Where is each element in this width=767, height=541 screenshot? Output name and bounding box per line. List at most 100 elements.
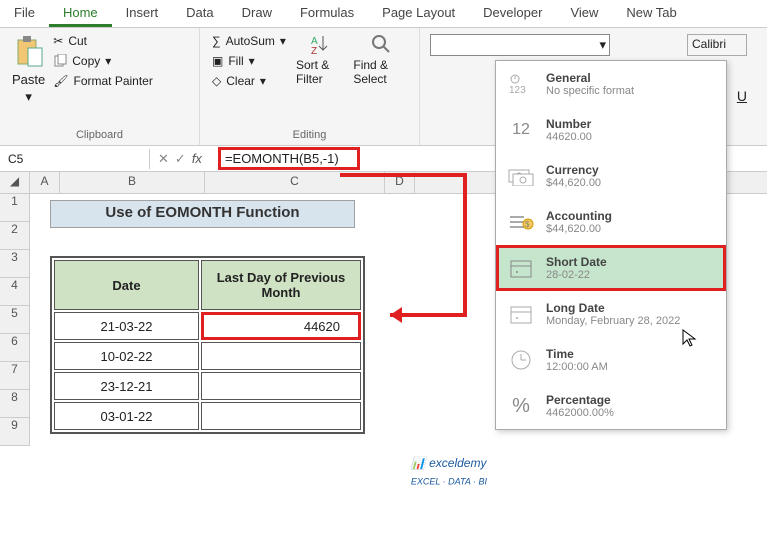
general-icon: 123	[506, 69, 536, 99]
option-sub: 44620.00	[546, 131, 592, 143]
find-label: Find & Select	[353, 58, 409, 86]
paste-button[interactable]: Paste ▾	[10, 32, 47, 107]
calendar-icon	[506, 299, 536, 329]
currency-icon	[506, 161, 536, 191]
fill-button[interactable]: ▣Fill ▾	[210, 52, 288, 70]
menu-tabs: File Home Insert Data Draw Formulas Page…	[0, 0, 767, 28]
cancel-icon[interactable]: ✕	[158, 151, 169, 167]
row-header[interactable]: 9	[0, 418, 30, 446]
svg-text:Z: Z	[311, 46, 317, 56]
clear-label: Clear	[226, 74, 255, 88]
find-select-button[interactable]: Find & Select	[353, 32, 409, 90]
row-header[interactable]: 7	[0, 362, 30, 390]
copy-button[interactable]: Copy ▾	[51, 52, 155, 70]
row-header[interactable]: 6	[0, 334, 30, 362]
format-painter-button[interactable]: 🖌 Format Painter	[51, 72, 155, 90]
watermark: 📊 exceldemyEXCEL · DATA · BI	[411, 456, 487, 486]
option-name: General	[546, 71, 634, 85]
tab-data[interactable]: Data	[172, 0, 227, 27]
ribbon-group-clipboard: Paste ▾ ✂ Cut Copy ▾ 🖌 Format Painter	[0, 28, 200, 145]
clear-button[interactable]: ◇ Clear ▾	[210, 72, 288, 90]
col-header-b[interactable]: B	[60, 172, 205, 193]
option-name: Long Date	[546, 301, 680, 315]
format-painter-label: Format Painter	[73, 74, 152, 88]
autosum-button[interactable]: ∑AutoSum ▾	[210, 32, 288, 50]
number-format-combo[interactable]: ▾	[430, 34, 610, 56]
fill-icon: ▣	[212, 54, 223, 68]
paste-label: Paste	[12, 72, 45, 87]
chevron-down-icon: ▾	[599, 37, 606, 53]
svg-text:$: $	[525, 220, 530, 229]
format-option-general[interactable]: 123 GeneralNo specific format	[496, 61, 726, 107]
format-option-percentage[interactable]: % Percentage4462000.00%	[496, 383, 726, 429]
tab-formulas[interactable]: Formulas	[286, 0, 368, 27]
tab-page-layout[interactable]: Page Layout	[368, 0, 469, 27]
autosum-label: AutoSum	[226, 34, 275, 48]
select-all-corner[interactable]: ◢	[0, 172, 30, 193]
option-name: Number	[546, 117, 592, 131]
row-header[interactable]: 4	[0, 278, 30, 306]
row-header[interactable]: 1	[0, 194, 30, 222]
cell-date[interactable]: 21-03-22	[54, 312, 199, 340]
number-format-dropdown: 123 GeneralNo specific format 12 Number4…	[495, 60, 727, 430]
row-header[interactable]: 2	[0, 222, 30, 250]
clock-icon	[506, 345, 536, 375]
format-option-number[interactable]: 12 Number44620.00	[496, 107, 726, 153]
row-header[interactable]: 3	[0, 250, 30, 278]
cell-date[interactable]: 23-12-21	[54, 372, 199, 400]
tab-file[interactable]: File	[0, 0, 49, 27]
copy-icon	[53, 54, 67, 68]
tab-insert[interactable]: Insert	[112, 0, 173, 27]
cell-val[interactable]	[201, 402, 361, 430]
paste-icon	[14, 34, 44, 70]
fill-label: Fill	[228, 54, 243, 68]
option-sub: 4462000.00%	[546, 407, 614, 419]
option-sub: $44,620.00	[546, 223, 612, 235]
formula-buttons: ✕ ✓ fx	[150, 151, 210, 167]
option-name: Currency	[546, 163, 601, 177]
tab-draw[interactable]: Draw	[228, 0, 286, 27]
font-name-combo[interactable]: Calibri	[687, 34, 747, 56]
tab-developer[interactable]: Developer	[469, 0, 556, 27]
annotation-arrow	[310, 170, 480, 350]
cell-date[interactable]: 03-01-22	[54, 402, 199, 430]
option-sub: 12:00:00 AM	[546, 361, 608, 373]
copy-label: Copy	[72, 54, 100, 68]
eraser-icon: ◇	[212, 74, 221, 88]
col-header-a[interactable]: A	[30, 172, 60, 193]
format-option-short-date[interactable]: Short Date28-02-22	[496, 245, 726, 291]
option-sub: $44,620.00	[546, 177, 601, 189]
cut-label: Cut	[68, 34, 87, 48]
option-name: Percentage	[546, 393, 614, 407]
chevron-down-icon: ▾	[105, 54, 111, 68]
cut-button[interactable]: ✂ Cut	[51, 32, 155, 50]
tab-home[interactable]: Home	[49, 0, 112, 27]
ribbon-group-editing: ∑AutoSum ▾ ▣ Fill ▾ ◇ Clear ▾ AZ Sort & Fi…	[200, 28, 420, 145]
chevron-down-icon: ▾	[260, 74, 266, 88]
tab-new[interactable]: New Tab	[612, 0, 690, 27]
header-date: Date	[54, 260, 199, 310]
option-sub: Monday, February 28, 2022	[546, 315, 680, 327]
row-header[interactable]: 8	[0, 390, 30, 418]
calendar-icon	[506, 253, 536, 283]
tab-view[interactable]: View	[556, 0, 612, 27]
option-name: Short Date	[546, 255, 607, 269]
search-icon	[369, 32, 393, 56]
format-option-accounting[interactable]: $ Accounting$44,620.00	[496, 199, 726, 245]
cell-val[interactable]	[201, 372, 361, 400]
name-box[interactable]: C5	[0, 149, 150, 169]
sort-filter-button[interactable]: AZ Sort & Filter	[296, 32, 345, 90]
enter-icon[interactable]: ✓	[175, 151, 186, 167]
format-option-currency[interactable]: Currency$44,620.00	[496, 153, 726, 199]
editing-group-label: Editing	[210, 129, 409, 141]
accounting-icon: $	[506, 207, 536, 237]
fx-icon[interactable]: fx	[192, 151, 202, 167]
cell-date[interactable]: 10-02-22	[54, 342, 199, 370]
row-header[interactable]: 5	[0, 306, 30, 334]
underline-button[interactable]: U	[737, 88, 747, 104]
number-icon: 12	[506, 115, 536, 145]
option-sub: 28-02-22	[546, 269, 607, 281]
scissors-icon: ✂	[53, 34, 63, 48]
option-sub: No specific format	[546, 85, 634, 97]
sort-label: Sort & Filter	[296, 58, 345, 86]
